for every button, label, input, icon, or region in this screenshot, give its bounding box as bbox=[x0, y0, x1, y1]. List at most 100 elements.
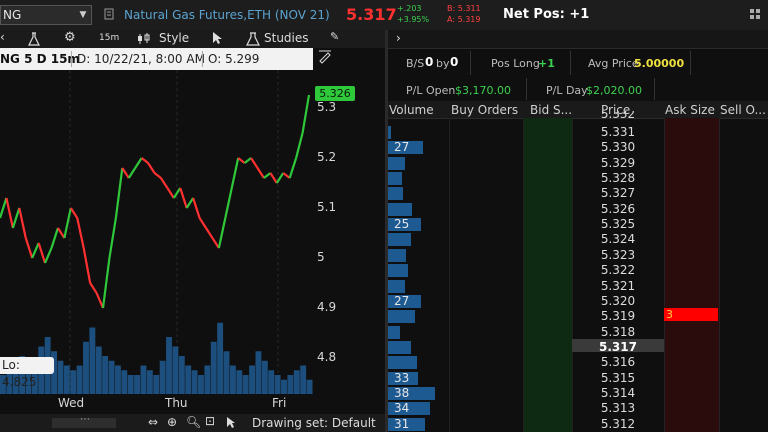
ladder-volume-bar bbox=[388, 172, 402, 186]
price-segment bbox=[121, 167, 130, 179]
scroll-grip-icon[interactable]: ⋯ bbox=[80, 414, 90, 425]
instrument-description[interactable]: Natural Gas Futures,ETH (NOV 21) bbox=[124, 8, 330, 22]
ladder-volume-value: 34 bbox=[394, 401, 410, 416]
ladder-volume-bar bbox=[388, 126, 391, 139]
last-price-tag: 5.326 bbox=[315, 86, 355, 101]
ladder-price[interactable]: 5.316 bbox=[572, 355, 664, 369]
ladder-volume-value: 27 bbox=[394, 140, 410, 155]
drawing-set-selector[interactable]: Drawing set: Default bbox=[252, 416, 376, 430]
price-segment bbox=[101, 257, 111, 309]
volume-bar bbox=[127, 375, 134, 394]
divider bbox=[570, 51, 571, 75]
ladder-price[interactable]: 5.326 bbox=[572, 202, 664, 216]
chevron-down-icon[interactable]: ▼ bbox=[77, 9, 89, 21]
ladder-volume-bar bbox=[388, 264, 408, 278]
studies-button[interactable]: Studies bbox=[264, 31, 309, 45]
price-segment bbox=[50, 227, 59, 249]
bs-by-label: by bbox=[436, 57, 450, 70]
price-segment bbox=[295, 132, 304, 159]
flask-icon[interactable] bbox=[28, 32, 40, 46]
ladder-price[interactable]: 5.317 bbox=[572, 340, 664, 354]
ladder-price[interactable]: 5.313 bbox=[572, 401, 664, 415]
volume-bar bbox=[172, 346, 179, 394]
ladder-price[interactable]: 5.329 bbox=[572, 156, 664, 170]
price-chart[interactable] bbox=[0, 70, 313, 394]
chevron-right-icon[interactable]: › bbox=[396, 31, 401, 45]
volume-bar bbox=[242, 375, 249, 394]
volume-bar bbox=[114, 365, 121, 394]
ladder-price[interactable]: 5.314 bbox=[572, 386, 664, 400]
bs-label: B/S bbox=[406, 57, 425, 70]
price-segment bbox=[95, 292, 105, 309]
volume-bar bbox=[134, 375, 141, 394]
ask-size-column[interactable] bbox=[664, 118, 719, 432]
ask-size-value: 3 bbox=[666, 308, 673, 321]
ladder-price[interactable]: 5.327 bbox=[572, 186, 664, 200]
price-segment bbox=[166, 187, 175, 199]
ladder-price[interactable]: 5.331 bbox=[572, 125, 664, 139]
zoom-window-icon[interactable]: ⊡ bbox=[205, 414, 215, 428]
price-segment bbox=[217, 217, 227, 249]
price-segment bbox=[69, 207, 79, 219]
ladder-price[interactable]: 5.324 bbox=[572, 232, 664, 246]
grid-menu-icon[interactable] bbox=[750, 9, 760, 19]
time-axis-tick: Fri bbox=[272, 396, 287, 410]
pan-icon[interactable]: ⇔ bbox=[148, 415, 158, 429]
ladder-price[interactable]: 5.312 bbox=[572, 417, 664, 431]
volume-bar bbox=[261, 360, 268, 394]
cursor-icon[interactable] bbox=[211, 31, 223, 45]
style-button[interactable]: Style bbox=[159, 31, 189, 45]
ladder-price[interactable]: 5.319 bbox=[572, 309, 664, 323]
document-icon[interactable] bbox=[104, 8, 114, 20]
column-header-buy-orders[interactable]: Buy Orders bbox=[451, 103, 518, 117]
ladder-volume-bar bbox=[388, 340, 411, 354]
price-segment bbox=[185, 197, 195, 209]
ladder-price[interactable]: 5.321 bbox=[572, 279, 664, 293]
zoom-icon[interactable]: 🔍︎ bbox=[186, 415, 201, 429]
volume-bar bbox=[108, 360, 115, 394]
price-segment bbox=[230, 157, 240, 189]
bar-open: O: 5.299 bbox=[208, 52, 260, 66]
crosshair-icon[interactable]: ⊕ bbox=[167, 415, 177, 429]
volume-bar bbox=[217, 322, 224, 394]
price-segment bbox=[205, 227, 214, 239]
price-segment bbox=[11, 207, 21, 229]
net-position: Net Pos: +1 bbox=[503, 7, 590, 22]
symbol-selector[interactable]: NG ▼ bbox=[0, 5, 92, 25]
bar-date: D: 10/22/21, 8:00 AM bbox=[77, 52, 205, 66]
ladder-price[interactable]: 5.318 bbox=[572, 325, 664, 339]
ladder-volume-bar bbox=[388, 310, 415, 324]
divider bbox=[470, 51, 471, 75]
price-segment bbox=[108, 217, 117, 259]
ladder-price[interactable]: 5.323 bbox=[572, 248, 664, 262]
column-header-bid-size[interactable]: Bid S... bbox=[530, 103, 572, 117]
column-header-ask-size[interactable]: Ask Size bbox=[665, 103, 715, 117]
pointer-icon[interactable] bbox=[226, 416, 236, 429]
column-header-sell-orders[interactable]: Sell O... bbox=[720, 103, 766, 117]
pencil-icon[interactable] bbox=[318, 48, 332, 64]
ladder-price[interactable]: 5.330 bbox=[572, 140, 664, 154]
chart-symbol-period[interactable]: NG 5 D 15m bbox=[0, 52, 80, 66]
price-segment bbox=[5, 197, 14, 229]
chevron-left-icon[interactable]: ‹ bbox=[0, 30, 5, 44]
ladder-price[interactable]: 5.320 bbox=[572, 294, 664, 308]
price-segment bbox=[237, 157, 246, 164]
column-header-volume[interactable]: Volume bbox=[389, 103, 434, 117]
price-segment bbox=[37, 242, 47, 264]
divider bbox=[71, 51, 72, 67]
ladder-price[interactable]: 5.315 bbox=[572, 371, 664, 385]
ladder-price[interactable]: 5.325 bbox=[572, 217, 664, 231]
symbol-text: NG bbox=[3, 8, 22, 22]
gear-icon[interactable]: ⚙ bbox=[64, 30, 76, 45]
studies-icon[interactable] bbox=[246, 32, 260, 46]
drawing-tool-icon[interactable]: ✎ bbox=[330, 30, 339, 43]
interval-selector[interactable]: 15m bbox=[99, 33, 119, 43]
ladder-price[interactable]: 5.328 bbox=[572, 171, 664, 185]
price-axis-tick: 5 bbox=[317, 250, 325, 264]
price-segment bbox=[44, 247, 53, 264]
ladder-volume-value: 25 bbox=[394, 217, 410, 232]
bid-size-column[interactable] bbox=[523, 118, 572, 432]
volume-bar bbox=[204, 365, 211, 394]
ladder-price[interactable]: 5.322 bbox=[572, 263, 664, 277]
candle-style-icon[interactable] bbox=[137, 33, 153, 45]
